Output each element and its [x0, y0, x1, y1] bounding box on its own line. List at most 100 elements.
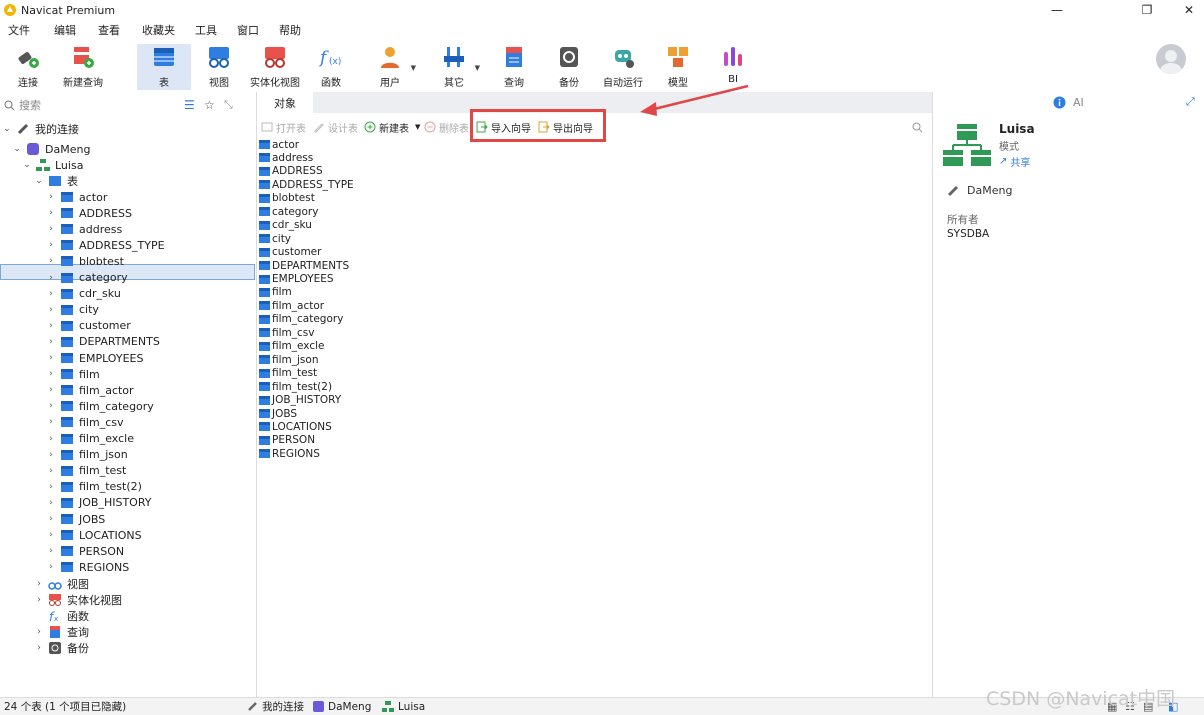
object-list-item[interactable]: EMPLOYEES: [259, 273, 334, 286]
bi-button[interactable]: BI: [715, 44, 751, 90]
expand-icon[interactable]: ⤢: [1186, 95, 1195, 109]
chevron-right-icon[interactable]: ›: [46, 562, 56, 572]
sidebar-group-item[interactable]: › 视图: [34, 576, 89, 592]
object-list-item[interactable]: film_json: [259, 353, 318, 366]
sidebar-table-item[interactable]: › PERSON: [46, 543, 124, 559]
delete-table-button[interactable]: 删除表: [424, 119, 469, 135]
sidebar-table-item[interactable]: › blobtest: [46, 253, 124, 269]
chevron-right-icon[interactable]: ›: [46, 434, 56, 444]
sidebar-table-item[interactable]: › address: [46, 221, 122, 237]
sidebar-table-item[interactable]: › JOBS: [46, 511, 105, 527]
sidebar-table-item[interactable]: › film_actor: [46, 382, 133, 398]
chevron-right-icon[interactable]: ›: [46, 337, 56, 347]
sidebar-table-item[interactable]: › film_csv: [46, 414, 123, 430]
chevron-right-icon[interactable]: ›: [46, 417, 56, 427]
chevron-right-icon[interactable]: ›: [46, 208, 56, 218]
tree-schema[interactable]: ⌄ Luisa: [22, 157, 83, 173]
object-list-item[interactable]: DEPARTMENTS: [259, 259, 349, 272]
chevron-right-icon[interactable]: ›: [46, 321, 56, 331]
object-list-item[interactable]: cdr_sku: [259, 219, 312, 232]
chevron-right-icon[interactable]: ›: [46, 353, 56, 363]
backup-button[interactable]: 备份: [551, 44, 587, 90]
tab-objects[interactable]: 对象: [257, 92, 313, 113]
menu-tools[interactable]: 工具: [187, 22, 225, 38]
object-list-item[interactable]: REGIONS: [259, 447, 320, 460]
chevron-right-icon[interactable]: ›: [46, 530, 56, 540]
chevron-right-icon[interactable]: ›: [34, 643, 44, 653]
sidebar-table-item[interactable]: › REGIONS: [46, 559, 129, 575]
new-query-button[interactable]: 新建查询: [58, 44, 108, 90]
user-avatar[interactable]: [1156, 44, 1186, 74]
user-dropdown-icon[interactable]: ▼: [411, 64, 416, 72]
sidebar-table-item[interactable]: › EMPLOYEES: [46, 350, 143, 366]
sidebar-table-item[interactable]: › DEPARTMENTS: [46, 334, 160, 350]
menu-help[interactable]: 帮助: [271, 22, 309, 38]
chevron-down-icon[interactable]: ⌄: [22, 160, 32, 170]
object-list-item[interactable]: film_category: [259, 313, 343, 326]
tree-tables-group[interactable]: ⌄ 表: [34, 173, 78, 189]
open-table-button[interactable]: 打开表: [261, 119, 306, 135]
maximize-button[interactable]: ❐: [1132, 0, 1162, 20]
sidebar-table-item[interactable]: › category: [46, 270, 127, 286]
menu-edit[interactable]: 编辑: [46, 22, 84, 38]
object-list-item[interactable]: film_csv: [259, 326, 314, 339]
chevron-right-icon[interactable]: ›: [46, 256, 56, 266]
minimize-button[interactable]: —: [1042, 0, 1072, 20]
new-table-button[interactable]: 新建表 ▼: [364, 119, 420, 135]
sidebar-table-item[interactable]: › film_json: [46, 447, 128, 463]
info-icon[interactable]: [1053, 96, 1066, 109]
sidebar-table-item[interactable]: › city: [46, 302, 99, 318]
filter-icon[interactable]: ☰: [184, 98, 195, 112]
menu-window[interactable]: 窗口: [229, 22, 267, 38]
chevron-right-icon[interactable]: ›: [46, 385, 56, 395]
object-list-item[interactable]: film_test(2): [259, 380, 332, 393]
chevron-right-icon[interactable]: ›: [46, 224, 56, 234]
sidebar-group-item[interactable]: › 备份: [34, 640, 89, 656]
object-list-item[interactable]: actor: [259, 138, 299, 151]
sidebar-table-item[interactable]: › film_category: [46, 398, 154, 414]
chevron-right-icon[interactable]: ›: [46, 192, 56, 202]
automation-button[interactable]: 自动运行: [600, 44, 646, 90]
share-link[interactable]: ↗ 共享: [999, 154, 1030, 169]
collapse-icon[interactable]: ⤡: [224, 98, 233, 112]
object-list-item[interactable]: category: [259, 205, 318, 218]
materialized-view-button[interactable]: 实体化视图: [247, 44, 303, 90]
menu-favorites[interactable]: 收藏夹: [134, 22, 183, 38]
user-button[interactable]: 用户 ▼: [372, 44, 416, 90]
status-crumb-root[interactable]: 我的连接: [247, 699, 304, 714]
search-icon[interactable]: [912, 122, 923, 133]
chevron-right-icon[interactable]: ›: [46, 514, 56, 524]
status-crumb-connection[interactable]: DaMeng: [313, 701, 371, 713]
object-list-item[interactable]: address: [259, 151, 313, 164]
chevron-right-icon[interactable]: ›: [46, 240, 56, 250]
object-list-item[interactable]: JOBS: [259, 407, 297, 420]
chevron-right-icon[interactable]: ›: [46, 305, 56, 315]
sidebar-table-item[interactable]: › film_test: [46, 463, 126, 479]
sidebar-search[interactable]: 搜索 ☰ ☆ ⤡: [4, 96, 254, 114]
sidebar-table-item[interactable]: › JOB_HISTORY: [46, 495, 151, 511]
status-crumb-schema[interactable]: Luisa: [382, 701, 425, 713]
chevron-down-icon[interactable]: ⌄: [2, 124, 12, 134]
chevron-right-icon[interactable]: ›: [34, 595, 44, 605]
connect-button[interactable]: 连接: [6, 44, 50, 90]
object-list-item[interactable]: LOCATIONS: [259, 420, 332, 433]
chevron-right-icon[interactable]: ›: [46, 466, 56, 476]
ai-tab[interactable]: AI: [1073, 96, 1084, 109]
chevron-right-icon[interactable]: ›: [46, 289, 56, 299]
table-button[interactable]: 表: [137, 44, 191, 90]
sidebar-table-item[interactable]: › cdr_sku: [46, 286, 121, 302]
object-list-item[interactable]: customer: [259, 246, 321, 259]
object-list-item[interactable]: blobtest: [259, 192, 315, 205]
chevron-down-icon[interactable]: ▼: [415, 123, 420, 131]
sidebar-group-item[interactable]: › 实体化视图: [34, 592, 122, 608]
other-button[interactable]: 其它 ▼: [436, 44, 480, 90]
sidebar-table-item[interactable]: › film_excle: [46, 431, 134, 447]
chevron-down-icon[interactable]: ⌄: [12, 144, 22, 154]
sidebar-table-item[interactable]: › actor: [46, 189, 107, 205]
sidebar-group-item[interactable]: f x 函数: [34, 608, 89, 624]
chevron-right-icon[interactable]: ›: [34, 579, 44, 589]
chevron-right-icon[interactable]: ›: [46, 546, 56, 556]
object-list-item[interactable]: PERSON: [259, 434, 315, 447]
chevron-right-icon[interactable]: ›: [46, 482, 56, 492]
function-button[interactable]: f (x) 函数: [313, 44, 349, 90]
